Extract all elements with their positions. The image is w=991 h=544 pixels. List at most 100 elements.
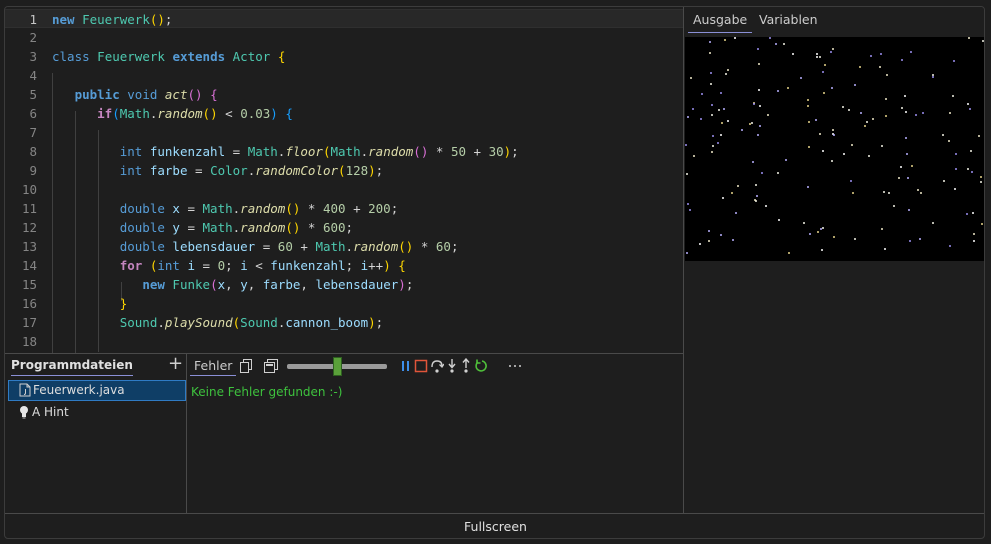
file-item-a-hint[interactable]: A Hint [8, 403, 186, 424]
spark [880, 53, 882, 55]
spark [709, 52, 711, 54]
spark [769, 37, 771, 39]
spark [721, 122, 723, 124]
spark [866, 121, 868, 123]
window-icon[interactable] [263, 358, 279, 374]
code-line[interactable]: 18 [5, 332, 683, 351]
step-out-icon[interactable] [460, 358, 472, 374]
spark [901, 59, 903, 61]
spark [972, 212, 974, 214]
spark [868, 155, 870, 157]
spark [817, 231, 819, 233]
spark [864, 125, 866, 127]
pause-icon[interactable] [400, 358, 412, 374]
spark [911, 165, 913, 167]
restart-icon[interactable] [475, 358, 489, 374]
line-number: 4 [29, 68, 37, 83]
spark [720, 134, 722, 136]
code-text: double x = Math.random() * 400 + 200; [119, 201, 399, 216]
spark [737, 185, 739, 187]
step-into-icon[interactable] [446, 358, 458, 374]
spark [885, 98, 887, 100]
stop-icon[interactable] [414, 358, 428, 374]
spark [982, 40, 984, 42]
spark [893, 205, 895, 207]
tab-variablen[interactable]: Variablen [754, 11, 823, 33]
spark [907, 177, 909, 179]
copy-icon[interactable] [238, 358, 254, 374]
spark [905, 137, 907, 139]
spark [854, 84, 856, 86]
spark [919, 238, 921, 240]
spark [852, 192, 854, 194]
spark [734, 37, 736, 39]
spark [720, 92, 722, 94]
code-line[interactable]: 6 if(Math.random() < 0.03) { [5, 104, 683, 123]
spark [761, 172, 763, 174]
spark [757, 48, 759, 50]
spark [901, 107, 903, 109]
spark [686, 252, 688, 254]
code-line[interactable]: 5 public void act() { [5, 85, 683, 104]
code-line[interactable]: 2 [5, 28, 683, 47]
spark [699, 243, 701, 245]
ide-window: 1 new Feuerwerk(); 2 3 class Feuerwerk exten… [4, 6, 985, 539]
spark [822, 150, 824, 152]
code-line[interactable]: 8 int funkenzahl = Math.floor(Math.rando… [5, 142, 683, 161]
code-line[interactable]: 11 double x = Math.random() * 400 + 200; [5, 199, 683, 218]
code-line[interactable]: 4 [5, 66, 683, 85]
spark [943, 180, 945, 182]
spark [708, 230, 710, 232]
code-line[interactable]: 13 double lebensdauer = 60 + Math.random… [5, 237, 683, 256]
code-editor[interactable]: 1 new Feuerwerk(); 2 3 class Feuerwerk exten… [5, 7, 683, 353]
spark [808, 146, 810, 148]
spark [777, 90, 779, 92]
code-line[interactable]: 14 for (int i = 0; i < funkenzahl; i++) … [5, 256, 683, 275]
spark [973, 240, 975, 242]
code-line[interactable]: 12 double y = Math.random() * 600; [5, 218, 683, 237]
code-text: Sound.playSound(Sound.cannon_boom); [119, 315, 384, 330]
spark [872, 118, 874, 120]
spark [686, 173, 688, 175]
code-text: int funkenzahl = Math.floor(Math.random(… [119, 144, 519, 159]
step-over-icon[interactable] [430, 358, 444, 374]
spark [809, 233, 811, 235]
code-line[interactable]: 17 Sound.playSound(Sound.cannon_boom); [5, 313, 683, 332]
spark [917, 189, 919, 191]
tab-ausgabe[interactable]: Ausgabe [688, 11, 753, 33]
more-options-icon[interactable] [507, 358, 523, 374]
code-line[interactable]: 1 new Feuerwerk(); [5, 9, 683, 28]
code-line[interactable]: 7 [5, 123, 683, 142]
line-number: 13 [21, 239, 37, 254]
spark [859, 66, 861, 68]
spark [884, 248, 886, 250]
spark [807, 99, 809, 101]
file-item-feuerwerk[interactable]: Feuerwerk.java [8, 380, 186, 401]
code-line[interactable]: 10 [5, 180, 683, 199]
spark [722, 197, 724, 199]
code-line[interactable]: 3 class Feuerwerk extends Actor { [5, 47, 683, 66]
spark [842, 106, 844, 108]
spark [832, 48, 834, 50]
add-file-button[interactable]: + [168, 355, 183, 373]
spark [973, 233, 975, 235]
spark [685, 144, 687, 146]
spark [712, 145, 714, 147]
code-text: public void act() { [74, 87, 218, 102]
code-line[interactable]: 16 } [5, 294, 683, 313]
spark [980, 176, 982, 178]
code-text: double y = Math.random() * 600; [119, 220, 354, 235]
graphics-output-canvas[interactable] [685, 37, 984, 261]
code-line[interactable]: 9 int farbe = Color.randomColor(128); [5, 161, 683, 180]
tab-fehler[interactable]: Fehler [190, 358, 237, 376]
spark [777, 172, 779, 174]
code-text: } [119, 296, 128, 311]
fullscreen-button[interactable]: Fullscreen [5, 513, 984, 538]
spark [970, 150, 972, 152]
speed-slider-thumb[interactable] [333, 357, 342, 376]
code-text: double lebensdauer = 60 + Math.random() … [119, 239, 459, 254]
spark [886, 74, 888, 76]
code-line[interactable]: 15 new Funke(x, y, farbe, lebensdauer); [5, 275, 683, 294]
spark [807, 105, 809, 107]
spark [710, 83, 712, 85]
